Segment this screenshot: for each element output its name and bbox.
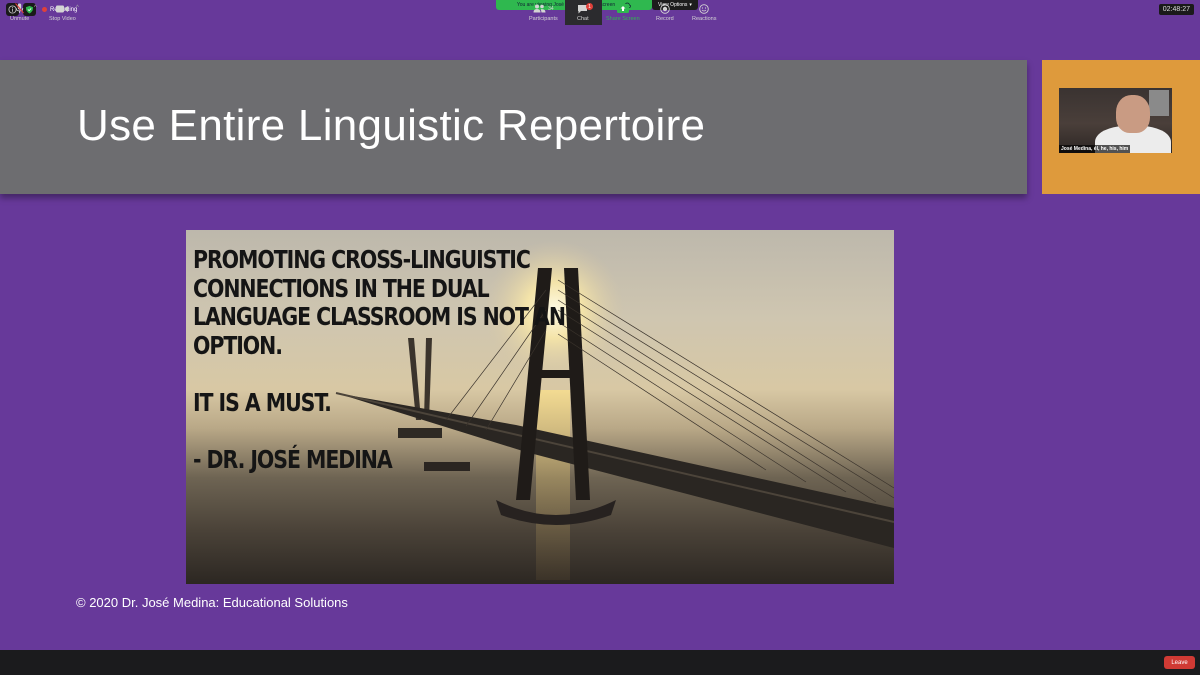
quote-line: LANGUAGE CLASSROOM IS NOT AN [193,302,566,331]
smiley-icon [699,3,709,14]
participants-icon [533,4,546,13]
record-label: Record [656,16,674,22]
chevron-up-icon[interactable]: ^ [76,5,79,11]
quote-line: IT IS A MUST. [193,387,332,417]
slide-photo: PROMOTING CROSS-LINGUISTIC CONNECTIONS I… [186,230,894,584]
chat-label: Chat [577,16,589,22]
participants-button[interactable]: 34 Participants [529,3,558,22]
slide-copyright: © 2020 Dr. José Medina: Educational Solu… [76,595,348,610]
stop-video-label: Stop Video [49,16,76,22]
share-screen-button[interactable]: Share Screen [606,3,640,22]
quote-line [193,360,565,389]
participant-video-tile[interactable]: José Medina, él, he, his, him [1059,88,1172,153]
meeting-timer: 02:48:27 [1158,4,1194,15]
unmute-label: Unmute [10,16,30,22]
reactions-label: Reactions [692,16,717,22]
slide-title: Use Entire Linguistic Repertoire [77,101,706,150]
chat-unread-badge: 1 [586,3,593,10]
share-screen-icon [616,4,629,13]
share-screen-label: Share Screen [606,16,640,22]
participant-name-tag: José Medina, él, he, his, him [1059,145,1131,153]
unmute-button[interactable]: Unmute [10,3,29,22]
participant-head [1116,95,1150,133]
quote-line: - DR. JOSÉ MEDINA [193,444,393,474]
quote-line: OPTION. [193,330,283,360]
quote-line: PROMOTING CROSS-LINGUISTIC [193,245,531,274]
quote-line [193,417,565,446]
meeting-toolbar [0,650,1200,675]
video-camera-icon [56,5,69,12]
slide-title-band: Use Entire Linguistic Repertoire [0,60,1027,194]
record-icon [660,3,670,14]
microphone-muted-icon [15,3,25,14]
quote-line: CONNECTIONS IN THE DUAL [193,273,490,303]
leave-button[interactable]: Leave [1164,656,1195,669]
chevron-up-icon[interactable]: ^ [34,5,37,11]
participants-count: 34 [548,5,554,12]
stop-video-button[interactable]: Stop Video [49,3,76,22]
participants-label: Participants [529,16,558,22]
slide-quote: PROMOTING CROSS-LINGUISTIC CONNECTIONS I… [193,245,566,474]
recording-dot-icon [42,7,47,12]
background-window [1149,90,1169,116]
record-button[interactable]: Record [656,3,674,22]
reactions-button[interactable]: Reactions [692,3,716,22]
